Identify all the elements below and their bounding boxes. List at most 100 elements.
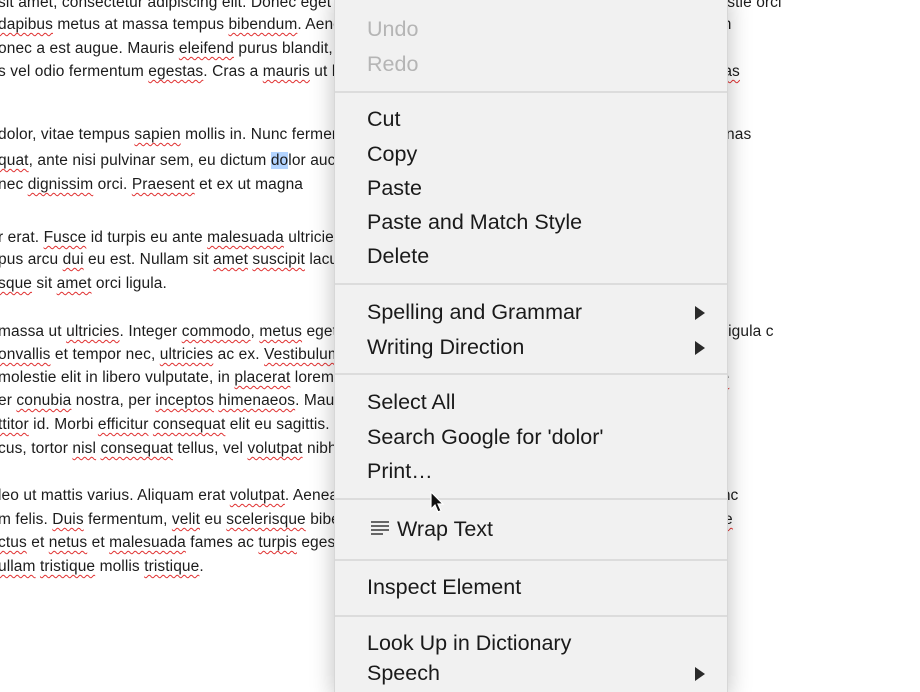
text-run: r erat.: [0, 229, 44, 246]
text-run: onec a est augue. Mauris: [0, 40, 179, 57]
submenu-arrow-icon: [695, 306, 705, 320]
misspelled-word: conubia: [16, 392, 72, 409]
misspelled-word: suscipit: [252, 251, 305, 268]
menu-item-spelling-grammar-label: Spelling and Grammar: [367, 300, 583, 324]
text-run: eu est. Nullam sit: [83, 251, 214, 268]
menu-item-writing-direction[interactable]: Writing Direction: [335, 330, 727, 364]
menu-item-spelling-grammar[interactable]: Spelling and Grammar: [335, 295, 727, 329]
menu-item-writing-direction-label: Writing Direction: [367, 335, 525, 359]
misspelled-word: onvallis: [0, 346, 51, 363]
menu-item-select-all[interactable]: Select All: [335, 385, 727, 419]
menu-item-wrap-text-label: Wrap Text: [397, 517, 493, 541]
misspelled-word: consequat: [152, 416, 226, 433]
misspelled-word: malesuada: [109, 534, 186, 551]
misspelled-word: sapien: [134, 126, 181, 143]
text-run: fames ac: [185, 534, 259, 551]
menu-item-inspect-element[interactable]: Inspect Element: [335, 570, 727, 604]
misspelled-word: velit: [171, 511, 200, 528]
misspelled-word: Vestibulum: [264, 346, 341, 363]
text-run: id. Morbi: [28, 416, 98, 433]
menu-separator: [335, 615, 727, 617]
document-line: sque sit amet orci ligula.: [0, 275, 167, 293]
text-run: . Cras a: [203, 63, 263, 80]
menu-item-copy[interactable]: Copy: [335, 137, 727, 171]
text-run: mollis: [95, 558, 145, 575]
text-run: orci ligula.: [91, 275, 167, 292]
text-run: nec: [0, 176, 28, 193]
misspelled-word: Praesent: [131, 176, 195, 193]
misspelled-word: tristique: [144, 558, 200, 575]
misspelled-word: egestas: [148, 63, 204, 80]
text-run: metus at massa tempus: [53, 16, 229, 33]
wrap-text-icon: [371, 521, 389, 537]
text-run: id turpis eu ante: [86, 229, 208, 246]
menu-item-undo[interactable]: Undo: [335, 12, 727, 46]
context-menu: Undo Redo Cut Copy Paste Paste and Match…: [334, 0, 728, 692]
text-run: ,: [250, 323, 260, 340]
misspelled-word: Duis: [52, 511, 84, 528]
menu-separator: [335, 498, 727, 500]
submenu-arrow-icon: [695, 667, 705, 681]
text-run: er: [0, 392, 12, 409]
text-run: s vel odio fermentum: [0, 63, 149, 80]
menu-separator: [335, 283, 727, 285]
misspelled-word: eleifend: [178, 40, 234, 57]
text-run: m felis.: [0, 511, 53, 528]
misspelled-word: inceptos: [155, 392, 214, 409]
misspelled-word: quat: [0, 152, 29, 169]
text-run: cus, tortor: [0, 440, 73, 457]
misspelled-word: commodo: [181, 323, 251, 340]
misspelled-word: ultricies: [159, 346, 214, 363]
misspelled-word: volutpat: [229, 487, 285, 504]
menu-item-cut[interactable]: Cut: [335, 102, 727, 136]
menu-item-search-google-label: Search Google for 'dolor': [367, 425, 604, 449]
misspelled-word: malesuada: [207, 229, 284, 246]
misspelled-word: scelerisque: [226, 511, 306, 528]
misspelled-word: turpis: [258, 534, 297, 551]
text-run: , ante nisi pulvinar sem, eu dictum: [28, 152, 271, 169]
misspelled-word: himenaeos: [218, 392, 296, 409]
menu-item-print[interactable]: Print…: [335, 454, 727, 488]
misspelled-word: netus: [48, 534, 88, 551]
misspelled-word: metus: [259, 323, 303, 340]
text-run: ac ex.: [213, 346, 265, 363]
menu-item-speech[interactable]: Speech: [335, 656, 727, 690]
menu-item-paste-label: Paste: [367, 176, 422, 200]
text-run: et: [26, 534, 49, 551]
menu-item-copy-label: Copy: [367, 142, 418, 166]
document-line: ullam tristique mollis tristique.: [0, 558, 204, 576]
misspelled-word: ultricies: [66, 323, 120, 340]
text-run: fermentum,: [83, 511, 172, 528]
menu-item-redo[interactable]: Redo: [335, 47, 727, 81]
menu-item-delete[interactable]: Delete: [335, 239, 727, 273]
misspelled-word: mauris: [262, 63, 310, 80]
mouse-pointer-icon: [430, 491, 445, 513]
menu-separator: [335, 373, 727, 375]
misspelled-word: dignissim: [27, 176, 94, 193]
menu-separator: [335, 91, 727, 93]
text-run: . Integer: [119, 323, 182, 340]
text-run: et ex ut magna: [194, 176, 304, 193]
text-run: orci.: [93, 176, 132, 193]
menu-item-search-google[interactable]: Search Google for 'dolor': [335, 420, 727, 454]
misspelled-word: amet: [213, 251, 248, 268]
menu-item-cut-label: Cut: [367, 107, 401, 131]
misspelled-word: dui: [62, 251, 84, 268]
document-line: nec dignissim orci. Praesent et ex ut ma…: [0, 176, 303, 194]
menu-item-paste[interactable]: Paste: [335, 171, 727, 205]
menu-item-look-up-dictionary-label: Look Up in Dictionary: [367, 631, 572, 655]
text-run: molestie elit in libero vulputate, in: [0, 369, 235, 386]
misspelled-word: volutpat: [247, 440, 303, 457]
misspelled-word: amet: [56, 275, 92, 292]
misspelled-word: tristique: [39, 558, 96, 575]
text-run: eu: [200, 511, 227, 528]
menu-item-look-up-dictionary[interactable]: Look Up in Dictionary: [335, 626, 727, 660]
misspelled-word: nisl: [72, 440, 97, 457]
menu-item-wrap-text[interactable]: Wrap Text: [335, 512, 727, 546]
misspelled-word: bibendum: [228, 16, 298, 33]
text-run: tellus, vel: [172, 440, 248, 457]
menu-item-undo-label: Undo: [367, 17, 419, 41]
text-run: et: [87, 534, 110, 551]
text-run: .: [199, 558, 204, 575]
menu-item-paste-match-style[interactable]: Paste and Match Style: [335, 205, 727, 239]
